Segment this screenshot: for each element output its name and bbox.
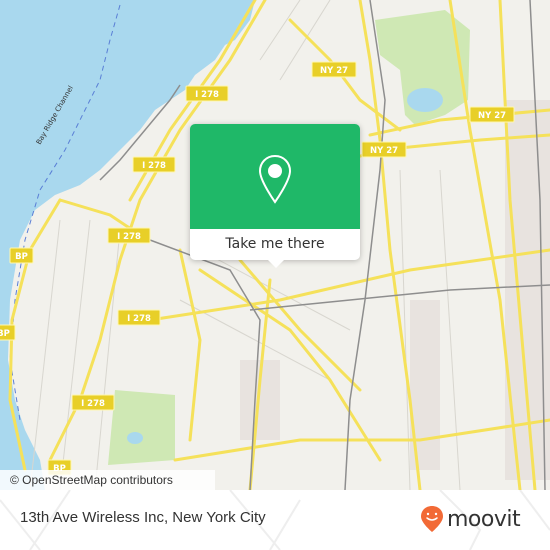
- shield-i278-c: I 278: [107, 227, 151, 244]
- svg-text:NY 27: NY 27: [370, 146, 398, 156]
- popup-header: [190, 124, 360, 229]
- park-sunset: [108, 390, 175, 465]
- svg-text:I 278: I 278: [81, 399, 105, 409]
- svg-text:I 278: I 278: [127, 314, 151, 324]
- take-me-there-button[interactable]: Take me there: [190, 229, 360, 260]
- svg-text:I 278: I 278: [117, 232, 141, 242]
- osm-attribution[interactable]: © OpenStreetMap contributors: [0, 470, 215, 490]
- footer-bar: 13th Ave Wireless Inc, New York City moo…: [0, 490, 550, 550]
- shield-ny27-a: NY 27: [311, 61, 357, 78]
- svg-text:BP: BP: [0, 329, 10, 339]
- svg-text:NY 27: NY 27: [320, 66, 348, 76]
- shield-bp-a: BP: [9, 247, 34, 264]
- location-pin-icon: [258, 154, 292, 204]
- svg-text:I 278: I 278: [195, 90, 219, 100]
- map-view[interactable]: Bay Ridge Channel I 278 I 278 I 278 I 27…: [0, 0, 550, 490]
- shield-ny27-b: NY 27: [361, 141, 407, 158]
- shield-ny27-c: NY 27: [469, 106, 515, 123]
- lake-prospect: [407, 88, 443, 112]
- svg-text:BP: BP: [15, 252, 28, 262]
- shield-bp-b: BP: [0, 324, 16, 341]
- location-popup: Take me there: [190, 124, 360, 268]
- place-name: 13th Ave Wireless Inc, New York City: [20, 509, 266, 526]
- svg-text:I 278: I 278: [142, 161, 166, 171]
- shield-i278-d: I 278: [117, 309, 161, 326]
- moovit-wordmark: moovit: [447, 506, 521, 532]
- popup-pointer: [268, 260, 284, 268]
- shield-i278-e: I 278: [71, 394, 115, 411]
- svg-text:NY 27: NY 27: [478, 111, 506, 121]
- shield-i278-b: I 278: [132, 156, 176, 173]
- lake-sunset: [127, 432, 143, 444]
- moovit-logo[interactable]: moovit: [420, 504, 521, 534]
- moovit-smiley-pin-icon: [421, 506, 443, 532]
- shield-i278-a: I 278: [185, 85, 229, 102]
